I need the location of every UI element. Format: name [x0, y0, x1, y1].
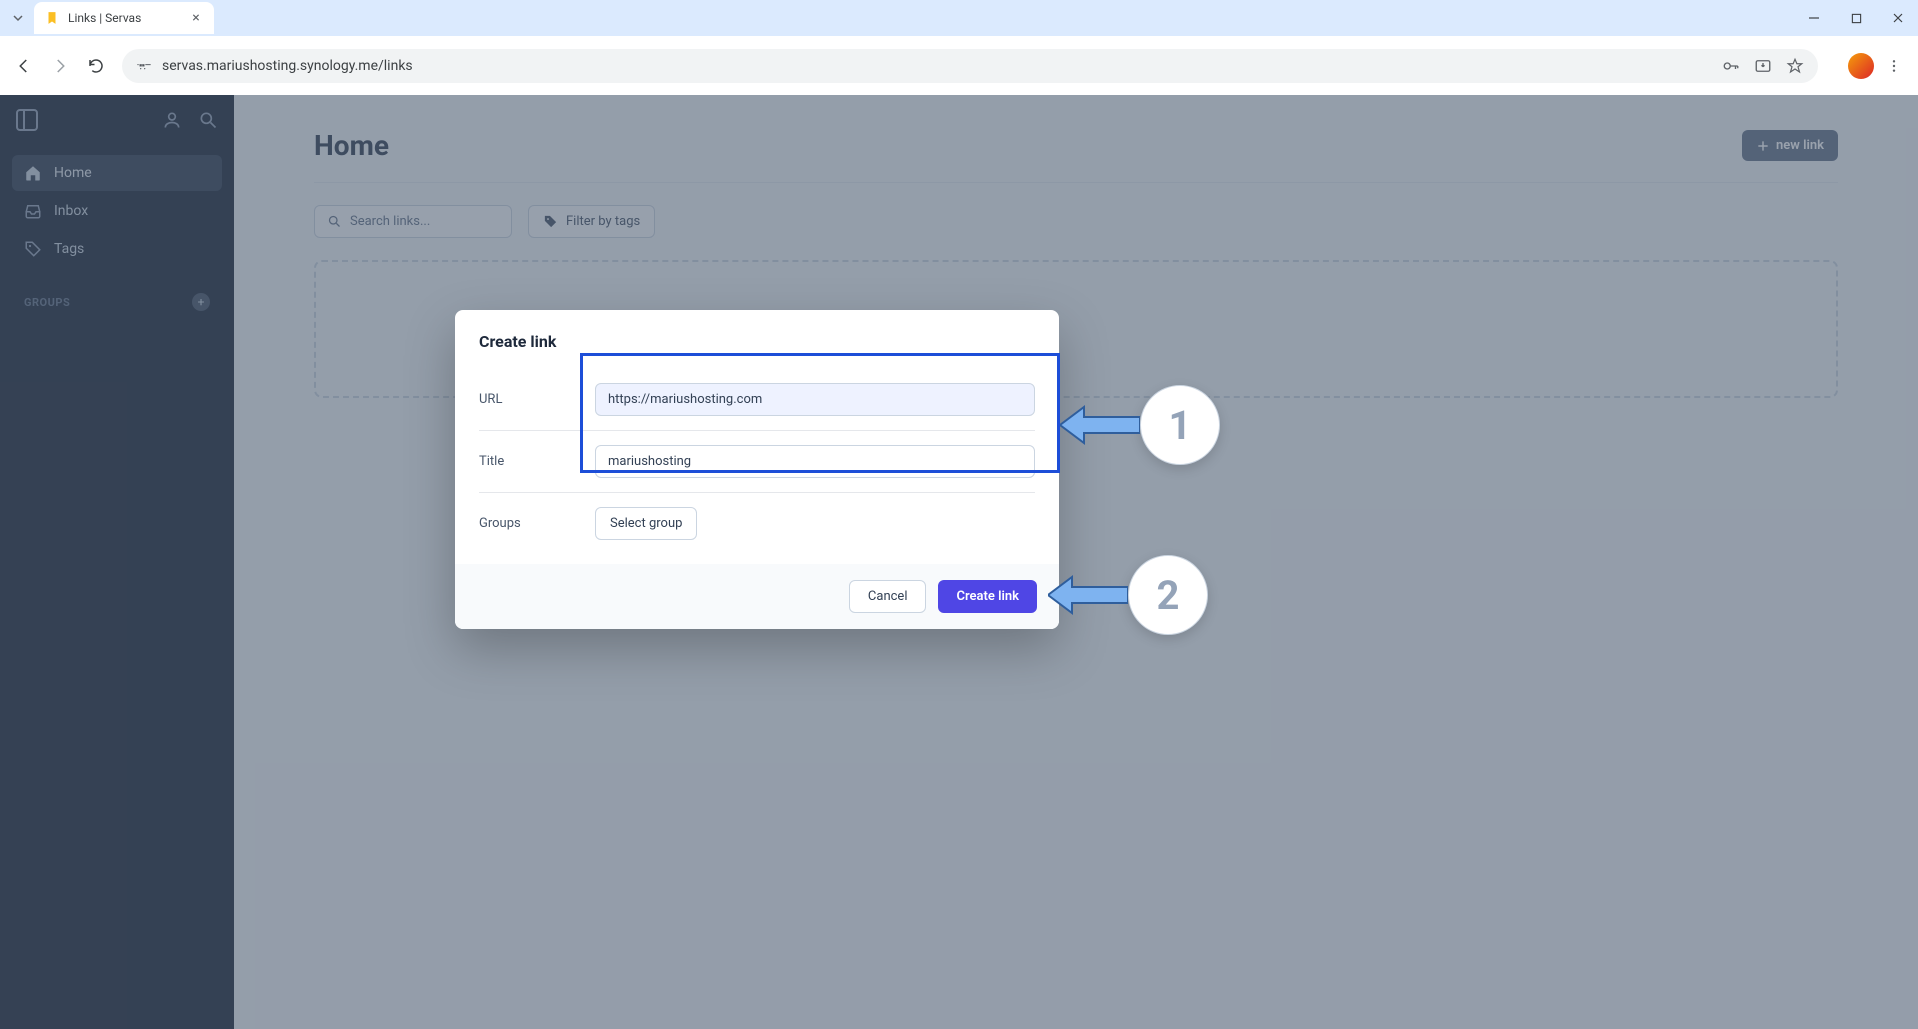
arrow-left-icon: [1060, 405, 1140, 445]
form-row-url: URL: [479, 369, 1035, 431]
window-controls: [1802, 6, 1910, 30]
create-link-modal: Create link URL Title Groups Select grou…: [455, 310, 1059, 629]
tabs-dropdown-button[interactable]: [8, 8, 28, 28]
bookmark-star-icon[interactable]: [1786, 57, 1804, 75]
annotation-step-1: 1: [1140, 385, 1220, 465]
maximize-button[interactable]: [1844, 6, 1868, 30]
form-row-groups: Groups Select group: [479, 493, 1035, 554]
form-row-title: Title: [479, 431, 1035, 493]
install-icon[interactable]: [1754, 57, 1772, 75]
annotation-arrow-1: 1: [1060, 385, 1220, 465]
arrow-left-icon: [1048, 575, 1128, 615]
title-input[interactable]: [595, 445, 1035, 478]
address-bar[interactable]: servas.mariushosting.synology.me/links: [122, 49, 1818, 83]
url-text: servas.mariushosting.synology.me/links: [162, 58, 1712, 74]
close-icon[interactable]: ×: [188, 10, 204, 26]
groups-label: Groups: [479, 516, 595, 531]
url-input[interactable]: [595, 383, 1035, 416]
url-label: URL: [479, 392, 595, 407]
address-actions: [1722, 57, 1804, 75]
browser-tab[interactable]: Links | Servas ×: [34, 2, 214, 34]
minimize-button[interactable]: [1802, 6, 1826, 30]
close-window-button[interactable]: [1886, 6, 1910, 30]
select-group-button[interactable]: Select group: [595, 507, 697, 540]
browser-menu-button[interactable]: [1878, 58, 1910, 74]
create-link-button[interactable]: Create link: [938, 580, 1037, 613]
forward-button[interactable]: [44, 50, 76, 82]
tab-title: Links | Servas: [68, 11, 180, 25]
back-button[interactable]: [8, 50, 40, 82]
bookmark-icon: [44, 10, 60, 26]
site-settings-icon[interactable]: [136, 58, 152, 74]
reload-button[interactable]: [80, 50, 112, 82]
cancel-button[interactable]: Cancel: [849, 580, 927, 613]
password-icon[interactable]: [1722, 57, 1740, 75]
tab-bar: Links | Servas ×: [0, 0, 1918, 36]
annotation-step-2: 2: [1128, 555, 1208, 635]
modal-title: Create link: [479, 332, 1035, 351]
profile-avatar[interactable]: [1848, 53, 1874, 79]
title-label: Title: [479, 454, 595, 469]
annotation-arrow-2: 2: [1048, 555, 1208, 635]
browser-chrome: Links | Servas × servas.mariushosting.sy…: [0, 0, 1918, 95]
modal-footer: Cancel Create link: [455, 564, 1059, 629]
nav-bar: servas.mariushosting.synology.me/links: [0, 36, 1918, 95]
